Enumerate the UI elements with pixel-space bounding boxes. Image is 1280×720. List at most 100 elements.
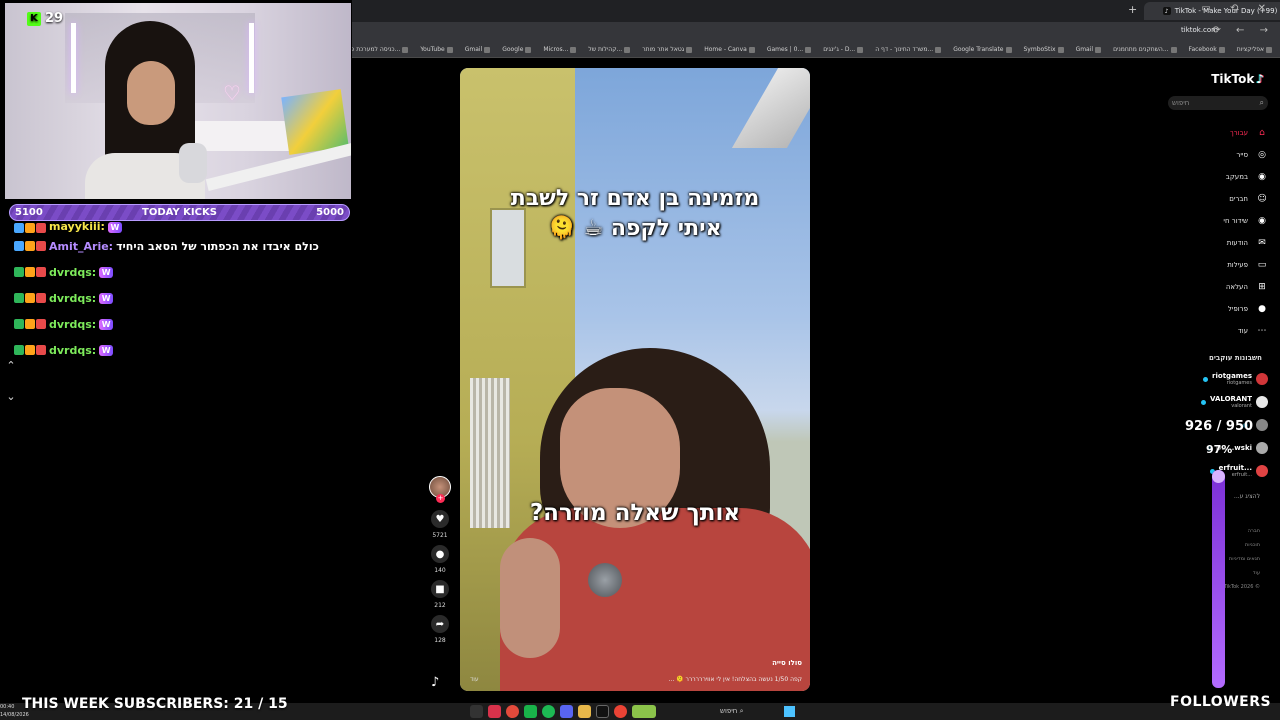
bookmark-item[interactable]: משרד החינוך - דף ה...: [875, 46, 942, 53]
chat-scroll-down-icon[interactable]: ⌄: [3, 389, 19, 405]
badge-icon: [25, 319, 35, 329]
sidebar-item-8[interactable]: ● פרופיל: [1158, 298, 1268, 320]
app-icon-green[interactable]: [524, 705, 537, 718]
sidebar-item-1[interactable]: ◎ סייר: [1158, 144, 1268, 166]
bookmark-item[interactable]: גטאל אתר מותר: [642, 46, 693, 53]
more-link[interactable]: עוד: [470, 676, 479, 683]
bookmark-favicon-icon: [857, 46, 864, 53]
footer-link[interactable]: תנאים ומדיניות: [1224, 552, 1260, 566]
chrome-icon[interactable]: [614, 705, 627, 718]
sidebar-item-6[interactable]: ▭ פעילות: [1158, 254, 1268, 276]
badge-icon: [36, 293, 46, 303]
footer-link[interactable]: חברה: [1224, 524, 1260, 538]
new-tab-button[interactable]: +: [1128, 3, 1137, 16]
sidebar-item-0[interactable]: ⌂ עבורך: [1158, 122, 1268, 144]
address-bar[interactable]: tiktok.com ⟳ ← →: [352, 22, 1280, 42]
bookmark-item[interactable]: Micros...: [543, 46, 577, 53]
followers-count: 926 / 950: [1185, 419, 1254, 434]
chat-username[interactable]: dvrdqs:: [49, 266, 96, 279]
follow-plus-icon[interactable]: +: [436, 494, 445, 503]
comment-icon[interactable]: ●: [431, 545, 449, 563]
bookmark-item[interactable]: קהילות של...: [588, 46, 631, 53]
app-icon-circle[interactable]: [506, 705, 519, 718]
bookmark-item[interactable]: YouTube: [420, 46, 453, 53]
following-account[interactable]: VALORANT valorant: [1188, 391, 1268, 413]
app-icon-red[interactable]: [488, 705, 501, 718]
bookmark-item[interactable]: Google: [502, 46, 532, 53]
search-input[interactable]: חיפוש ⌕: [1168, 96, 1268, 110]
bookmark-item[interactable]: Facebook: [1189, 46, 1225, 53]
creator-avatar[interactable]: +: [429, 476, 451, 503]
share-action[interactable]: ➦ 128: [425, 615, 455, 650]
bookmark-favicon-icon: [748, 46, 755, 53]
save-action[interactable]: ■ 212: [425, 580, 455, 615]
window-controls[interactable]: ▭ ⟲ ✕: [1201, 3, 1274, 14]
following-account[interactable]: riotgames riotgames: [1188, 368, 1268, 390]
sidebar-item-5[interactable]: ✉ הודעות: [1158, 232, 1268, 254]
kick-logo-icon: K: [27, 11, 41, 26]
bookmark-item[interactable]: Google Translate: [953, 46, 1012, 53]
footer-link[interactable]: תוכניות: [1224, 538, 1260, 552]
tiktok-note-icon[interactable]: ♪: [431, 675, 447, 691]
badge-icon: [36, 267, 46, 277]
taskbar-search[interactable]: חיפוש ⌕: [720, 707, 744, 716]
webcam-feed: ♡ K 29: [5, 3, 351, 199]
chat-username[interactable]: dvrdqs:: [49, 292, 96, 305]
footer-link[interactable]: עוד: [1224, 566, 1260, 580]
chat-badges: [14, 293, 46, 303]
badge-icon: [36, 223, 46, 233]
bookmark-item[interactable]: אפליקציות: [1237, 46, 1272, 53]
lapel-mic: [588, 563, 622, 597]
comment-count: 140: [434, 567, 446, 574]
bookmark-item[interactable]: Home - Canva: [704, 46, 755, 53]
chat-username[interactable]: dvrdqs:: [49, 344, 96, 357]
media-icon[interactable]: [470, 705, 483, 718]
thumbnail-icon[interactable]: [632, 705, 656, 718]
bookmark-item[interactable]: השחקנים מתחמנים...: [1113, 46, 1177, 53]
folder-icon[interactable]: [578, 705, 591, 718]
chat-message: dvrdqs: W: [14, 337, 344, 363]
bookmark-item[interactable]: Gmail: [465, 46, 491, 53]
search-icon[interactable]: ⌕: [1260, 96, 1264, 110]
nav-buttons[interactable]: ⟳ ← →: [1213, 25, 1275, 36]
chat-badges: [14, 345, 46, 355]
sidebar-item-9[interactable]: ⋯ עוד: [1158, 320, 1268, 342]
tiktok-logo[interactable]: ♪ TikTok: [1211, 72, 1264, 86]
following-account[interactable]: ...erfruit ...erfruit: [1188, 460, 1268, 482]
bookmark-item[interactable]: ג'ינגים - D...: [823, 46, 864, 53]
badge-icon: [36, 241, 46, 251]
footer-link[interactable]: © 2026 TikTok: [1224, 580, 1260, 594]
chat-username[interactable]: mayykiii:: [49, 221, 105, 233]
nav-icon: ✉: [1258, 238, 1266, 248]
chat-username[interactable]: Amit_Arie:: [49, 240, 113, 253]
sidebar-item-4[interactable]: ◉ שידור חי: [1158, 210, 1268, 232]
discord-icon[interactable]: [560, 705, 573, 718]
spotify-icon[interactable]: [542, 705, 555, 718]
save-icon[interactable]: ■: [431, 580, 449, 598]
chat-message: mayykiii: W: [14, 221, 344, 233]
video-author[interactable]: סולו סייה: [772, 659, 802, 667]
chat-username[interactable]: dvrdqs:: [49, 318, 96, 331]
bookmark-favicon-icon: [805, 46, 812, 53]
nav-icon: ⌂: [1259, 128, 1265, 138]
like-action[interactable]: ♥ 5721: [425, 510, 455, 545]
chat-scroll-up-icon[interactable]: ⌃: [3, 358, 19, 374]
tiktok-app-icon[interactable]: [596, 705, 609, 718]
comment-action[interactable]: ● 140: [425, 545, 455, 580]
neon-heart: ♡: [223, 81, 241, 105]
show-more-link[interactable]: להציג ע...: [1234, 493, 1260, 500]
video-player[interactable]: מזמינה בן אדם זר לשבת איתי לקפה ☕ 🫠 אותך…: [460, 68, 810, 691]
share-icon[interactable]: ➦: [431, 615, 449, 633]
sidebar-item-2[interactable]: ◉ במעקב: [1158, 166, 1268, 188]
bookmark-item[interactable]: SymboStix: [1024, 46, 1064, 53]
sidebar-item-7[interactable]: ⊞ העלאה: [1158, 276, 1268, 298]
windows-start-icon[interactable]: [784, 706, 795, 717]
account-name: VALORANT: [1210, 395, 1252, 403]
bookmark-item[interactable]: כניסה למערכת פוב...: [352, 46, 409, 53]
bookmark-item[interactable]: Gmail: [1076, 46, 1102, 53]
bookmark-item[interactable]: Games | 0...: [767, 46, 812, 53]
bookmark-favicon-icon: [570, 46, 577, 53]
sidebar-item-3[interactable]: ☺ חברים: [1158, 188, 1268, 210]
like-icon[interactable]: ♥: [431, 510, 449, 528]
chat-badges: [14, 223, 46, 233]
